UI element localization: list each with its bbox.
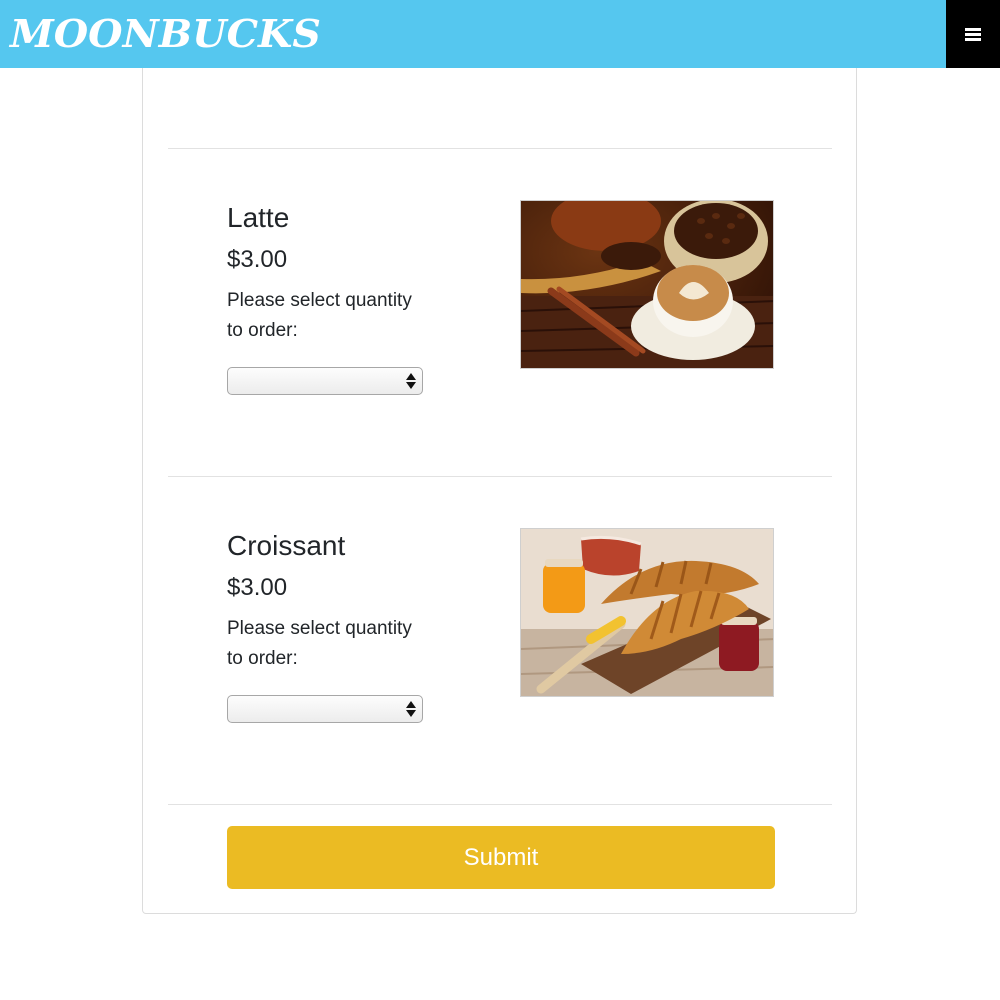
brand-logo[interactable]: MOONBUCKS: [10, 11, 321, 57]
croissant-photo: [521, 529, 773, 696]
item-price: $3.00: [227, 574, 288, 601]
divider: [168, 148, 832, 149]
select-arrows-icon: [406, 700, 416, 718]
order-form-card: [142, 68, 857, 914]
croissant-quantity-select[interactable]: [227, 695, 423, 723]
quantity-prompt: Please select quantity to order:: [227, 290, 412, 341]
latte-quantity-select[interactable]: [227, 367, 423, 395]
latte-image: [520, 200, 774, 369]
submit-button[interactable]: Submit: [227, 826, 775, 889]
croissant-image: [520, 528, 774, 697]
hamburger-menu-icon: [965, 27, 981, 41]
item-name: Latte: [227, 202, 290, 233]
quantity-prompt: Please select quantity to order:: [227, 618, 412, 669]
latte-coffee-photo: [521, 201, 773, 368]
menu-button[interactable]: [946, 0, 1000, 68]
select-arrows-icon: [406, 372, 416, 390]
divider: [168, 804, 832, 805]
item-name: Croissant: [227, 530, 346, 561]
divider: [168, 476, 832, 477]
top-navbar: MOONBUCKS: [0, 0, 1000, 68]
item-price: $3.00: [227, 246, 288, 273]
